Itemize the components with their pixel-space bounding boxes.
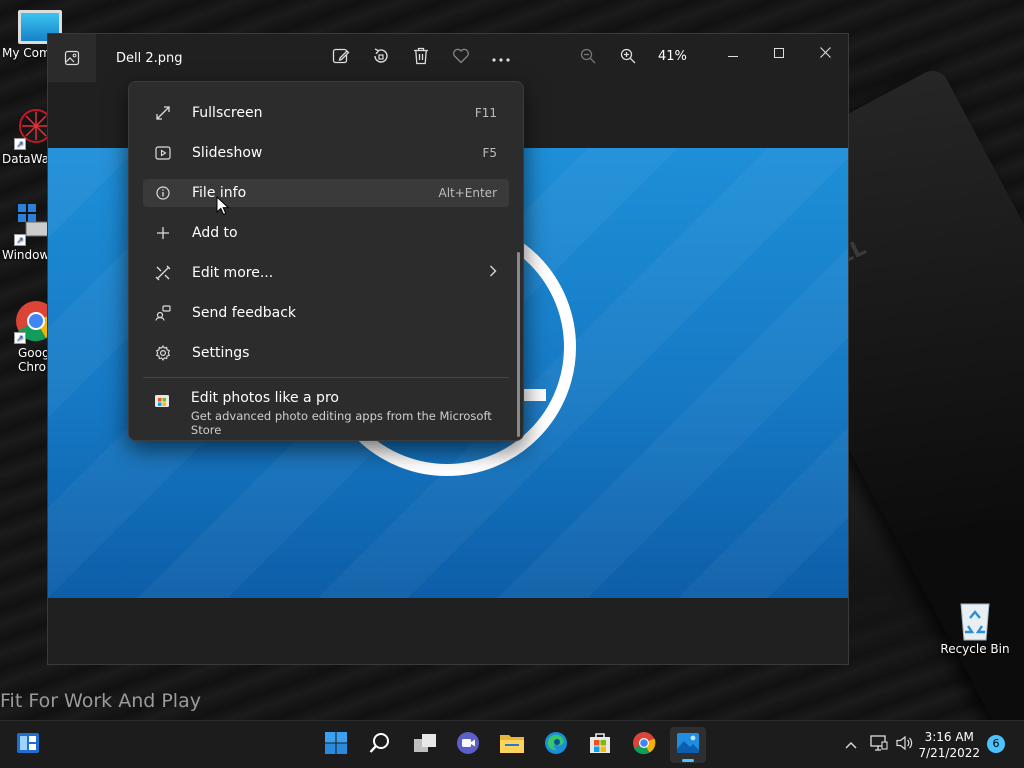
menu-scrollbar[interactable] bbox=[517, 252, 520, 437]
search-button[interactable] bbox=[362, 727, 398, 763]
favorite-button[interactable] bbox=[449, 46, 473, 70]
volume-icon bbox=[896, 735, 914, 755]
edit-image-button[interactable] bbox=[329, 46, 353, 70]
edge-button[interactable] bbox=[538, 727, 574, 763]
chevron-right-icon bbox=[489, 265, 497, 281]
photos-taskbar-button[interactable] bbox=[670, 727, 706, 763]
photos-app-icon[interactable] bbox=[48, 34, 96, 82]
menu-item-label: Add to bbox=[192, 225, 238, 241]
menu-item-label: Fullscreen bbox=[192, 105, 263, 121]
feedback-icon bbox=[152, 305, 174, 321]
maximize-icon bbox=[774, 47, 784, 62]
menu-item-edit-more[interactable]: Edit more... bbox=[143, 253, 509, 293]
menu-separator bbox=[143, 377, 509, 378]
favorite-icon bbox=[452, 48, 470, 68]
search-icon bbox=[369, 732, 391, 758]
menu-item-store-promo[interactable]: Edit photos like a pro Get advanced phot… bbox=[143, 384, 509, 437]
minimize-icon bbox=[728, 47, 738, 62]
notification-badge[interactable]: 6 bbox=[987, 735, 1005, 753]
delete-button[interactable] bbox=[409, 46, 433, 70]
edit-image-icon bbox=[332, 47, 350, 69]
photos-icon bbox=[676, 732, 700, 758]
store-button[interactable] bbox=[582, 727, 618, 763]
more-button[interactable] bbox=[489, 46, 513, 70]
close-icon bbox=[819, 46, 831, 62]
menu-item-shortcut: Alt+Enter bbox=[438, 186, 497, 200]
menu-item-shortcut: F11 bbox=[474, 106, 497, 120]
chrome-button[interactable] bbox=[626, 727, 662, 763]
rotate-icon bbox=[372, 47, 390, 69]
menu-item-add-to[interactable]: Add to bbox=[143, 213, 509, 253]
widgets-button[interactable] bbox=[10, 727, 46, 763]
clock-date: 7/21/2022 bbox=[918, 746, 980, 760]
menu-item-send-feedback[interactable]: Send feedback bbox=[143, 293, 509, 333]
widgets-icon bbox=[16, 732, 40, 758]
delete-icon bbox=[413, 47, 429, 69]
clock-time: 3:16 AM bbox=[924, 730, 974, 744]
more-icon bbox=[492, 51, 510, 66]
chat-icon bbox=[456, 731, 480, 759]
plus-icon bbox=[152, 226, 174, 240]
minimize-button[interactable] bbox=[710, 38, 756, 70]
windows-start-icon bbox=[324, 731, 348, 759]
taskbar: 3:16 AM 7/21/2022 bbox=[0, 720, 1024, 768]
store-icon bbox=[152, 392, 173, 437]
network-icon bbox=[870, 735, 888, 755]
microsoft-store-icon bbox=[588, 731, 612, 759]
file-name: Dell 2.png bbox=[116, 50, 183, 66]
zoom-in-button[interactable] bbox=[616, 46, 640, 70]
rotate-button[interactable] bbox=[369, 46, 393, 70]
task-view-button[interactable] bbox=[407, 727, 443, 763]
active-app-indicator bbox=[682, 759, 694, 762]
chat-button[interactable] bbox=[450, 727, 486, 763]
chrome-icon bbox=[632, 731, 656, 759]
wallpaper-slogan: Fit For Work And Play bbox=[0, 690, 201, 712]
zoom-in-icon bbox=[620, 48, 636, 68]
zoom-out-button[interactable] bbox=[576, 46, 600, 70]
volume-button[interactable] bbox=[890, 727, 920, 763]
menu-item-label: Slideshow bbox=[192, 145, 263, 161]
desktop-icon-label: Recycle Bin bbox=[940, 642, 1010, 656]
mouse-cursor-icon bbox=[216, 195, 230, 220]
promo-title: Edit photos like a pro bbox=[190, 390, 339, 406]
zoom-level[interactable]: 41% bbox=[658, 49, 687, 64]
info-icon bbox=[152, 186, 174, 200]
menu-item-fullscreen[interactable]: Fullscreen F11 bbox=[143, 93, 509, 133]
folder-icon bbox=[499, 732, 525, 758]
settings-icon bbox=[152, 345, 174, 361]
task-view-icon bbox=[413, 733, 437, 757]
close-button[interactable] bbox=[802, 38, 848, 70]
clock[interactable]: 3:16 AM 7/21/2022 bbox=[918, 729, 980, 761]
menu-item-shortcut: F5 bbox=[482, 146, 497, 160]
show-hidden-icons-button[interactable] bbox=[834, 727, 868, 763]
menu-item-label: Send feedback bbox=[192, 305, 297, 321]
title-bar[interactable]: Dell 2.png 41% bbox=[48, 34, 848, 82]
maximize-button[interactable] bbox=[756, 38, 802, 70]
more-options-menu: Fullscreen F11 Slideshow F5 File info Al… bbox=[128, 81, 524, 441]
edge-icon bbox=[544, 731, 568, 759]
promo-subtitle: Get advanced photo editing apps from the… bbox=[190, 409, 492, 437]
file-explorer-button[interactable] bbox=[494, 727, 530, 763]
start-button[interactable] bbox=[318, 727, 354, 763]
menu-item-label: Settings bbox=[192, 345, 250, 361]
slideshow-icon bbox=[152, 146, 174, 160]
menu-item-file-info[interactable]: File info Alt+Enter bbox=[143, 179, 509, 207]
menu-item-settings[interactable]: Settings bbox=[143, 333, 509, 373]
chevron-up-icon bbox=[845, 738, 857, 753]
menu-item-label: Edit more... bbox=[192, 265, 274, 281]
fullscreen-icon bbox=[152, 106, 174, 120]
menu-item-slideshow[interactable]: Slideshow F5 bbox=[143, 133, 509, 173]
edit-more-icon bbox=[152, 265, 174, 281]
zoom-out-icon bbox=[580, 48, 596, 68]
recycle-bin-icon bbox=[953, 596, 997, 641]
desktop-icon-recycle-bin[interactable]: Recycle Bin bbox=[940, 596, 1010, 656]
